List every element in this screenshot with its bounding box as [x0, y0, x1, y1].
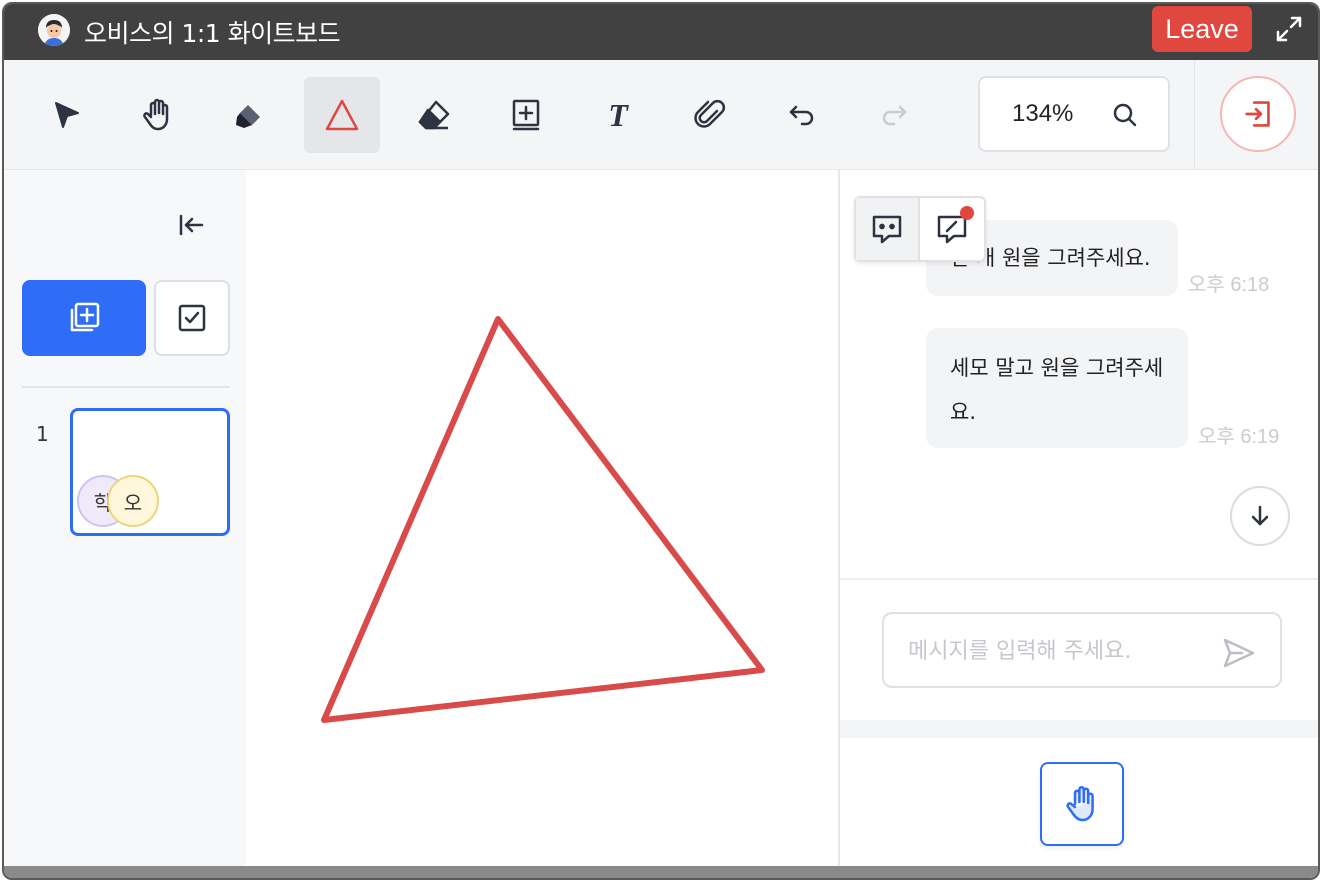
tab-chat[interactable]	[856, 198, 920, 260]
undo-icon	[789, 105, 814, 126]
eraser-tool-button[interactable]	[396, 77, 472, 153]
sidebar-divider	[22, 386, 230, 388]
window-bottom-edge	[4, 866, 1318, 878]
page-sidebar: 1 학 오	[4, 170, 246, 870]
notification-dot	[960, 206, 974, 220]
message-input-box[interactable]	[882, 612, 1282, 688]
cursor-arrow-icon	[55, 102, 79, 128]
highlighter-tool-button[interactable]	[212, 77, 288, 153]
raise-hand-icon	[1066, 786, 1094, 822]
shape-tool-button[interactable]	[304, 77, 380, 153]
toolbar: T 134%	[4, 60, 1318, 170]
attach-tool-button[interactable]	[672, 77, 748, 153]
text-t-icon: T	[608, 97, 629, 133]
hand-icon	[143, 98, 169, 131]
user-avatar	[38, 14, 70, 46]
undo-button[interactable]	[764, 77, 840, 153]
toolbar-divider	[1194, 60, 1195, 170]
svg-text:T: T	[608, 97, 629, 133]
expand-icon[interactable]	[1272, 12, 1306, 46]
pan-tool-button[interactable]	[120, 77, 196, 153]
collapse-sidebar-icon[interactable]	[174, 208, 208, 242]
exit-board-button[interactable]	[1220, 76, 1296, 152]
drawing-layer	[321, 316, 765, 723]
message-time: 오후 6:18	[1188, 274, 1270, 296]
whiteboard-canvas[interactable]	[246, 170, 838, 870]
text-tool-button[interactable]: T	[580, 77, 656, 153]
participant-avatar: 오	[107, 475, 159, 527]
chat-tab-group	[854, 196, 986, 262]
plus-square-icon	[512, 99, 540, 131]
add-page-icon	[70, 302, 100, 332]
page-thumbnail[interactable]: 학 오	[70, 408, 230, 536]
drawn-triangle[interactable]	[321, 316, 765, 723]
scroll-to-bottom-button[interactable]	[1230, 486, 1290, 546]
window-title: 오비스의 1:1 화이트보드	[84, 19, 341, 48]
triangle-icon	[325, 99, 359, 131]
redo-icon	[882, 105, 907, 126]
chat-divider	[840, 578, 1318, 580]
zoom-level: 134%	[1012, 100, 1074, 127]
redo-button[interactable]	[856, 77, 932, 153]
marker-icon	[236, 105, 260, 128]
zoom-control[interactable]: 134%	[978, 76, 1170, 152]
page-number: 1	[36, 422, 49, 446]
select-tool-button[interactable]	[28, 77, 104, 153]
chat-footer-divider	[840, 720, 1318, 738]
exit-icon	[1245, 101, 1270, 127]
eraser-icon	[418, 100, 450, 130]
send-icon[interactable]	[1220, 634, 1258, 672]
paperclip-icon	[694, 99, 726, 128]
arrow-down-icon	[1251, 505, 1269, 526]
message-input[interactable]	[908, 634, 1208, 668]
tab-edit-chat[interactable]	[920, 198, 984, 260]
add-page-button[interactable]	[22, 280, 146, 356]
message-time: 오후 6:19	[1198, 426, 1280, 448]
chat-bubble-icon	[872, 215, 902, 244]
whiteboard-window: 오비스의 1:1 화이트보드 Leave T 134% 1 학 오 한 개 원을…	[2, 2, 1320, 880]
leave-button[interactable]: Leave	[1152, 6, 1252, 52]
raise-hand-button[interactable]	[1040, 762, 1124, 846]
checkbox-icon	[178, 304, 206, 332]
search-icon[interactable]	[1110, 100, 1140, 130]
add-box-tool-button[interactable]	[488, 77, 564, 153]
chat-message: 세모 말고 원을 그려주세요.	[926, 328, 1188, 448]
chat-panel: 한 개 원을 그려주세요. 오후 6:18 세모 말고 원을 그려주세요. 오후…	[838, 170, 1318, 870]
select-pages-button[interactable]	[154, 280, 230, 356]
title-bar: 오비스의 1:1 화이트보드 Leave	[4, 4, 1318, 60]
